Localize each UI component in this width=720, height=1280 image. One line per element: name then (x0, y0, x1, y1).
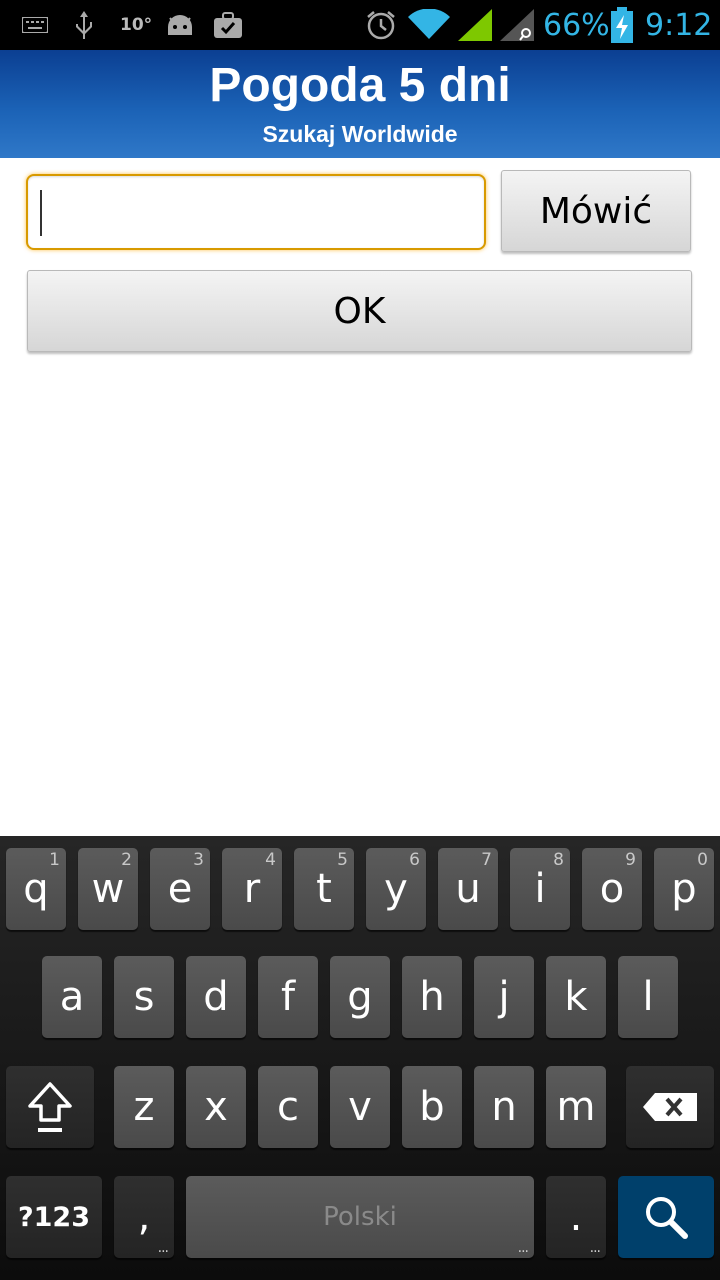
keyboard-icon (22, 0, 48, 50)
key-k[interactable]: k (546, 956, 606, 1038)
key-hint: 3 (193, 850, 204, 870)
battery-percent: 66% (543, 7, 610, 43)
text-cursor (40, 190, 42, 236)
search-input[interactable] (46, 186, 470, 240)
alarm-icon (365, 0, 397, 50)
key-p[interactable]: p0 (654, 848, 714, 930)
app-header: Pogoda 5 dni Szukaj Worldwide (0, 50, 720, 158)
key-label: . (569, 1194, 583, 1240)
key-hint: 2 (121, 850, 132, 870)
key-hint: 4 (265, 850, 276, 870)
key-y[interactable]: y6 (366, 848, 426, 930)
key-label: o (599, 866, 625, 912)
key-hint: 1 (49, 850, 60, 870)
app-subtitle: Szukaj Worldwide (262, 121, 458, 147)
key-n[interactable]: n (474, 1066, 534, 1148)
usb-icon (74, 0, 94, 50)
key-label: p (671, 866, 697, 912)
key-x[interactable]: x (186, 1066, 246, 1148)
clock: 9:12 (645, 7, 713, 43)
soft-keyboard: q1 w2 e3 r4 t5 y6 u7 i8 o9 p0 a s d f g … (0, 836, 720, 1280)
signal-roaming-icon (500, 0, 534, 50)
key-l[interactable]: l (618, 956, 678, 1038)
key-j[interactable]: j (474, 956, 534, 1038)
shift-icon (28, 1082, 72, 1132)
key-hint: 7 (481, 850, 492, 870)
more-dots: ... (157, 1240, 169, 1256)
speak-button[interactable]: Mówić (501, 170, 691, 252)
app-title: Pogoda 5 dni (209, 59, 511, 112)
key-o[interactable]: o9 (582, 848, 642, 930)
key-hint: 6 (409, 850, 420, 870)
android-icon (164, 0, 196, 50)
backspace-icon (643, 1093, 697, 1121)
key-f[interactable]: f (258, 956, 318, 1038)
period-key[interactable]: .... (546, 1176, 606, 1258)
key-i[interactable]: i8 (510, 848, 570, 930)
symbols-key[interactable]: ?123 (6, 1176, 102, 1258)
key-label: , (137, 1194, 151, 1240)
key-r[interactable]: r4 (222, 848, 282, 930)
key-label: w (91, 866, 125, 912)
signal-icon (458, 0, 492, 50)
key-label: q (23, 866, 49, 912)
search-icon (646, 1197, 688, 1239)
key-e[interactable]: e3 (150, 848, 210, 930)
key-hint: 5 (337, 850, 348, 870)
more-dots: ... (589, 1240, 601, 1256)
key-h[interactable]: h (402, 956, 462, 1038)
key-t[interactable]: t5 (294, 848, 354, 930)
wifi-icon (408, 0, 450, 50)
key-w[interactable]: w2 (78, 848, 138, 930)
more-dots: ... (517, 1240, 529, 1256)
key-c[interactable]: c (258, 1066, 318, 1148)
temperature-label: 10° (120, 15, 153, 35)
key-b[interactable]: b (402, 1066, 462, 1148)
backspace-key[interactable] (626, 1066, 714, 1148)
ok-button[interactable]: OK (27, 270, 692, 352)
key-g[interactable]: g (330, 956, 390, 1038)
key-s[interactable]: s (114, 956, 174, 1038)
key-hint: 0 (697, 850, 708, 870)
search-field[interactable] (26, 174, 486, 250)
key-label: i (534, 866, 546, 912)
key-v[interactable]: v (330, 1066, 390, 1148)
key-q[interactable]: q1 (6, 848, 66, 930)
key-label: y (384, 866, 408, 912)
comma-key[interactable]: ,... (114, 1176, 174, 1258)
key-d[interactable]: d (186, 956, 246, 1038)
key-label: r (243, 866, 261, 912)
key-z[interactable]: z (114, 1066, 174, 1148)
key-label: u (455, 866, 481, 912)
key-m[interactable]: m (546, 1066, 606, 1148)
briefcase-check-icon (214, 0, 242, 50)
key-u[interactable]: u7 (438, 848, 498, 930)
battery-charging-icon (611, 0, 633, 50)
shift-key[interactable] (6, 1066, 94, 1148)
key-label: e (167, 866, 193, 912)
status-bar: 10° 66% 9:12 (0, 0, 720, 50)
key-hint: 8 (553, 850, 564, 870)
search-key[interactable] (618, 1176, 714, 1258)
key-label: t (316, 866, 332, 912)
space-language-label: Polski (323, 1202, 397, 1232)
key-hint: 9 (625, 850, 636, 870)
space-key[interactable]: Polski... (186, 1176, 534, 1258)
key-a[interactable]: a (42, 956, 102, 1038)
